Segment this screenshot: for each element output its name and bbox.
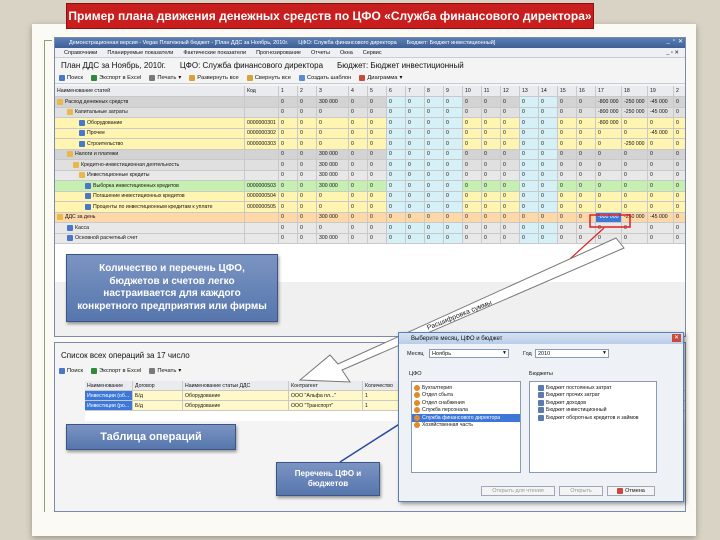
month-label: Месяц	[407, 351, 424, 357]
chevron-down-icon: ▼	[602, 350, 607, 356]
cfo-name: Бухгалтерия	[422, 384, 452, 391]
budget-list-item[interactable]: Бюджет оборотных кредитов и займов	[530, 414, 656, 422]
budget-icon	[538, 414, 544, 421]
cancel-label: Отмена	[625, 488, 645, 494]
cfo-name: Отдел сбыта	[422, 392, 453, 399]
open-button[interactable]: Открыть	[559, 486, 603, 496]
cfo-name: Служба финансового директора	[422, 414, 501, 421]
cfo-list-label: ЦФО	[409, 371, 422, 377]
budget-icon	[538, 399, 544, 406]
highlight-cell-box	[589, 214, 631, 228]
close-icon[interactable]: ✕	[672, 334, 681, 342]
cfo-name: Отдел снабжения	[422, 399, 465, 406]
cfo-list-item[interactable]: Отдел снабжения	[412, 399, 520, 407]
cfo-list-item[interactable]: Отдел сбыта	[412, 392, 520, 400]
budget-name: Бюджет постоянных затрат	[546, 384, 612, 391]
budget-list-item[interactable]: Бюджет постоянных затрат	[530, 384, 656, 392]
month-value: Ноябрь	[432, 350, 452, 357]
department-icon	[414, 399, 420, 406]
cfo-list-item[interactable]: Служба персонала	[412, 407, 520, 415]
budget-icon	[538, 384, 544, 391]
dialog-title: Выберите месяц, ЦФО и бюджет	[411, 335, 503, 342]
cfo-name: Служба персонала	[422, 407, 468, 414]
cancel-icon	[617, 488, 624, 494]
month-select[interactable]: Ноябрь ▼	[429, 349, 509, 358]
department-icon	[414, 384, 420, 391]
budget-icon	[538, 407, 544, 414]
open-readonly-button[interactable]: Открыть для чтения	[481, 486, 555, 496]
budget-name: Бюджет инвестиционный	[546, 407, 607, 414]
year-value: 2010	[538, 350, 551, 357]
select-dialog: Выберите месяц, ЦФО и бюджет ✕ Месяц Ноя…	[398, 332, 684, 502]
budget-name: Бюджет доходов	[546, 399, 587, 406]
year-label: Год	[523, 351, 532, 357]
department-icon	[414, 422, 420, 429]
department-icon	[414, 392, 420, 399]
department-icon	[414, 407, 420, 414]
cfo-list: Бухгалтерия Отдел сбыта Отдел снабжения Слу…	[411, 381, 521, 473]
budget-list-label: Бюджеты	[529, 371, 553, 377]
cfo-list-item[interactable]: Хозяйственная часть	[412, 422, 520, 430]
budget-list: Бюджет постоянных затрат Бюджет прочих за…	[529, 381, 657, 473]
budget-list-item[interactable]: Бюджет доходов	[530, 399, 656, 407]
cancel-button[interactable]: Отмена	[607, 486, 655, 496]
budget-name: Бюджет оборотных кредитов и займов	[546, 414, 639, 421]
budget-list-item[interactable]: Бюджет прочих затрат	[530, 392, 656, 400]
year-select[interactable]: 2010 ▼	[535, 349, 609, 358]
cfo-list-item[interactable]: Бухгалтерия	[412, 384, 520, 392]
budget-icon	[538, 392, 544, 399]
budget-name: Бюджет прочих затрат	[546, 392, 600, 399]
department-icon	[414, 414, 420, 421]
open-label: Открыть	[570, 488, 592, 494]
budget-list-item[interactable]: Бюджет инвестиционный	[530, 407, 656, 415]
decode-arrow-label: Расшифровка суммы	[426, 299, 493, 331]
cfo-name: Хозяйственная часть	[422, 422, 473, 429]
dialog-titlebar: Выберите месяц, ЦФО и бюджет ✕	[399, 333, 683, 344]
chevron-down-icon: ▼	[502, 350, 507, 356]
cfo-list-item[interactable]: Служба финансового директора	[412, 414, 520, 422]
open-readonly-label: Открыть для чтения	[492, 488, 544, 494]
